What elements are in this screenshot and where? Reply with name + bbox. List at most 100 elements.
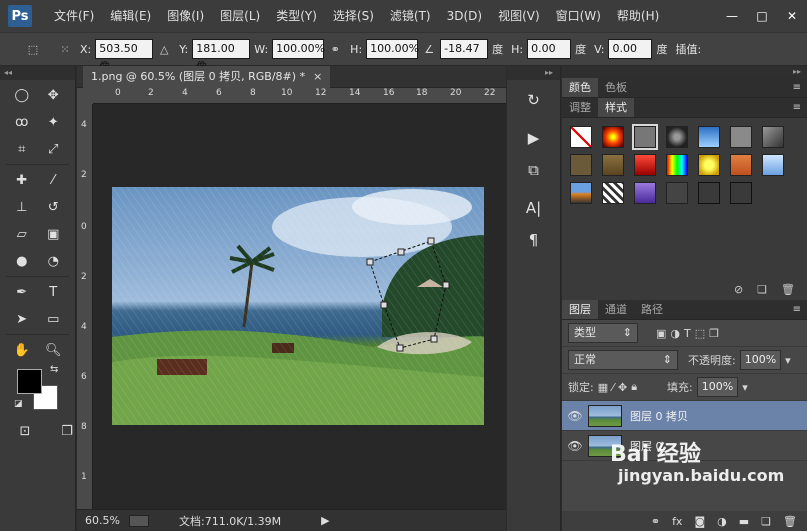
menu-type[interactable]: 类型(Y) — [268, 0, 325, 32]
style-swatch[interactable] — [602, 154, 624, 176]
transform-handle[interactable] — [430, 335, 438, 343]
triangle-icon[interactable]: △ — [155, 40, 173, 58]
opacity-field[interactable]: 100% — [739, 350, 782, 370]
style-swatch[interactable] — [698, 182, 720, 204]
move-tool-icon[interactable]: ✥ — [40, 84, 66, 106]
dodge-tool-icon[interactable]: ◔ — [40, 250, 66, 272]
hand-tool-icon[interactable]: ✋ — [9, 339, 35, 361]
x-field[interactable]: 503.50 像 — [95, 39, 154, 73]
swap-colors-icon[interactable]: ⇆ — [50, 364, 58, 375]
healing-brush-icon[interactable]: ✚ — [9, 169, 35, 191]
tab-paths[interactable]: 路径 — [634, 300, 670, 319]
menu-edit[interactable]: 编辑(E) — [102, 0, 159, 32]
visibility-eye-icon[interactable]: 👁︎ — [562, 439, 588, 453]
history-brush-icon[interactable]: ↺ — [40, 196, 66, 218]
style-swatch[interactable] — [602, 126, 624, 148]
style-swatch[interactable] — [730, 154, 752, 176]
delete-layer-icon[interactable]: 🗑︎ — [783, 515, 797, 528]
tab-layers[interactable]: 图层 — [562, 300, 598, 319]
close-tab-icon[interactable]: × — [313, 66, 322, 88]
magic-wand-icon[interactable]: ✦ — [40, 111, 66, 133]
style-swatch[interactable] — [730, 182, 752, 204]
menu-layer[interactable]: 图层(L) — [212, 0, 268, 32]
pen-tool-icon[interactable]: ✒ — [9, 281, 35, 303]
layer-row[interactable]: 👁︎ 图层 0 拷贝 — [562, 401, 807, 431]
transform-handle[interactable] — [427, 237, 435, 245]
crop-tool-icon[interactable]: ⌗ — [9, 138, 35, 160]
actions-panel-icon[interactable]: ▶ — [519, 126, 549, 150]
add-mask-icon[interactable]: ◙ — [694, 515, 705, 528]
style-swatch[interactable] — [698, 154, 720, 176]
transform-handle[interactable] — [366, 258, 374, 266]
delete-style-icon[interactable]: 🗑︎ — [781, 283, 795, 296]
new-style-icon[interactable]: ❏ — [757, 283, 767, 296]
restore-button[interactable]: □ — [747, 6, 777, 26]
zoom-tool-icon[interactable]: 🔍︎ — [40, 339, 66, 361]
default-colors-icon[interactable]: ◪ — [14, 399, 23, 409]
style-swatch[interactable] — [762, 154, 784, 176]
menu-select[interactable]: 选择(S) — [325, 0, 382, 32]
menu-image[interactable]: 图像(I) — [159, 0, 212, 32]
fill-dropdown-icon[interactable]: ▾ — [742, 381, 748, 394]
gradient-tool-icon[interactable]: ▣ — [40, 223, 66, 245]
eyedropper-icon[interactable]: ⤢ — [40, 138, 66, 160]
style-swatch[interactable] — [570, 154, 592, 176]
menu-3d[interactable]: 3D(D) — [439, 0, 490, 32]
style-swatch[interactable] — [666, 182, 688, 204]
menu-view[interactable]: 视图(V) — [490, 0, 548, 32]
layer-style-icon[interactable]: fx — [672, 515, 682, 528]
menu-filter[interactable]: 滤镜(T) — [382, 0, 439, 32]
clear-style-icon[interactable]: ⊘ — [734, 283, 743, 296]
lasso-tool-icon[interactable]: ꝏ — [9, 111, 35, 133]
w-field[interactable]: 100.00% — [272, 39, 325, 59]
stamp-tool-icon[interactable]: ⊥ — [9, 196, 35, 218]
style-swatch[interactable] — [634, 182, 656, 204]
marquee-tool-icon[interactable]: ◯ — [9, 84, 35, 106]
close-button[interactable]: ✕ — [777, 6, 807, 26]
brush-tool-icon[interactable]: ⁄ — [40, 169, 66, 191]
opacity-dropdown-icon[interactable]: ▾ — [785, 354, 791, 367]
transform-handle[interactable] — [397, 248, 405, 256]
transform-handle[interactable] — [396, 344, 404, 352]
style-swatch[interactable] — [632, 124, 658, 150]
tab-color[interactable]: 颜色 — [562, 78, 598, 97]
blur-tool-icon[interactable]: ● — [9, 250, 35, 272]
foreground-color-swatch[interactable] — [17, 369, 42, 394]
panels-collapse-icon[interactable]: ▸▸ — [562, 66, 807, 78]
transform-handle[interactable] — [380, 301, 388, 309]
status-icon[interactable] — [129, 514, 149, 527]
style-swatch[interactable] — [762, 126, 784, 148]
menu-window[interactable]: 窗口(W) — [548, 0, 609, 32]
filter-smart-icon[interactable]: ❐ — [709, 327, 719, 340]
blend-mode-select[interactable]: 正常 ⇕ — [568, 350, 678, 370]
paragraph-panel-icon[interactable]: ¶ — [519, 228, 549, 252]
zoom-level[interactable]: 60.5% — [85, 514, 129, 527]
style-swatch[interactable] — [698, 126, 720, 148]
panel-menu-icon[interactable]: ≡ — [793, 98, 801, 117]
fill-field[interactable]: 100% — [696, 377, 739, 397]
history-panel-icon[interactable]: ↻ — [519, 88, 549, 112]
reference-point-icon[interactable]: ⁙ — [56, 40, 74, 58]
properties-panel-icon[interactable]: ⧉ — [519, 158, 549, 182]
link-layers-icon[interactable]: ⚭ — [651, 515, 660, 528]
filter-pixel-icon[interactable]: ▣ — [656, 327, 666, 340]
new-group-icon[interactable]: ▬ — [739, 515, 749, 528]
filter-type-icon[interactable]: T — [684, 327, 691, 340]
transform-handle[interactable] — [442, 281, 450, 289]
h-field[interactable]: 100.00% — [366, 39, 419, 59]
filter-adjust-icon[interactable]: ◑ — [670, 327, 680, 340]
filter-shape-icon[interactable]: ⬚ — [695, 327, 705, 340]
strip-collapse-icon[interactable]: ▸▸ — [507, 66, 560, 80]
status-arrow-icon[interactable]: ▶ — [321, 514, 329, 527]
lock-position-icon[interactable]: ✥ — [618, 381, 627, 394]
new-layer-icon[interactable]: ❏ — [761, 515, 771, 528]
lock-pixels-icon[interactable]: ⁄ — [612, 381, 614, 394]
layer-filter-select[interactable]: 类型 ⇕ — [568, 323, 638, 343]
quick-mask-icon[interactable]: ⊡ — [12, 420, 38, 442]
character-panel-icon[interactable]: A| — [519, 196, 549, 220]
hskew-field[interactable]: 0.00 — [527, 39, 572, 59]
style-swatch[interactable] — [666, 154, 688, 176]
transform-tool-icon[interactable]: ⬚ — [24, 40, 42, 58]
tab-styles[interactable]: 样式 — [598, 98, 634, 117]
style-swatch[interactable] — [634, 154, 656, 176]
